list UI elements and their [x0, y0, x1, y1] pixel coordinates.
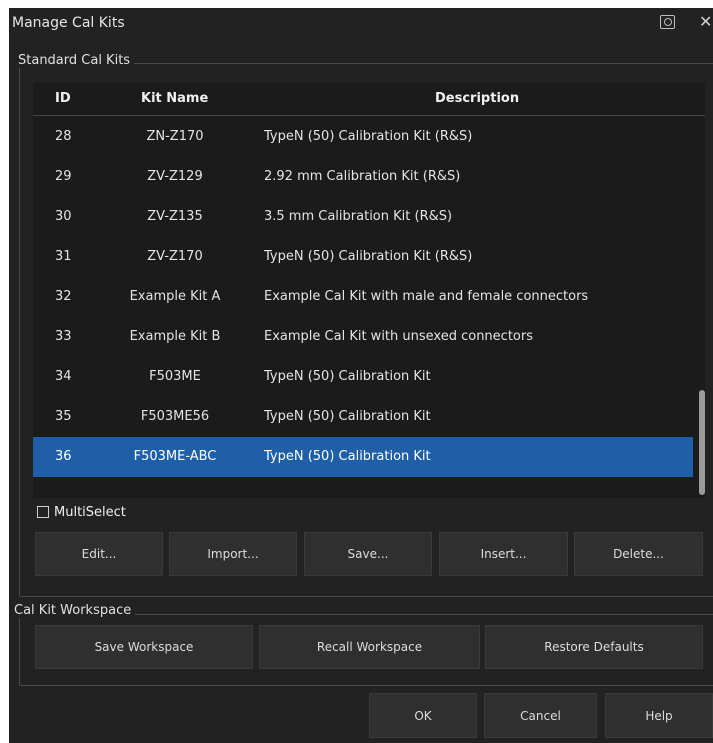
ok-button[interactable]: OK: [369, 693, 477, 738]
row-id: 32: [55, 289, 72, 304]
row-id: 33: [55, 329, 72, 344]
table-scrollbar[interactable]: [699, 390, 705, 495]
table-row[interactable]: 35 F503ME56 TypeN (50) Calibration Kit: [33, 397, 693, 437]
multiselect-checkbox[interactable]: [37, 506, 49, 518]
table-row[interactable]: 28 ZN-Z170 TypeN (50) Calibration Kit (R…: [33, 117, 693, 157]
save-button[interactable]: Save...: [304, 532, 432, 576]
manage-cal-kits-dialog: Manage Cal Kits ✕ Standard Cal Kits ID K…: [9, 8, 713, 743]
row-kit-name: F503ME: [149, 369, 201, 384]
row-description: Example Cal Kit with male and female con…: [264, 289, 589, 304]
row-id: 28: [55, 129, 72, 144]
import-button[interactable]: Import...: [169, 532, 297, 576]
row-id: 31: [55, 249, 72, 264]
row-kit-name: ZV-Z135: [147, 209, 203, 224]
row-description: TypeN (50) Calibration Kit: [264, 449, 431, 464]
row-description: 3.5 mm Calibration Kit (R&S): [264, 209, 453, 224]
edit-button[interactable]: Edit...: [35, 532, 163, 576]
row-kit-name: ZN-Z170: [146, 129, 204, 144]
delete-button[interactable]: Delete...: [574, 532, 703, 576]
dialog-title: Manage Cal Kits: [12, 15, 125, 31]
cancel-button[interactable]: Cancel: [484, 693, 597, 738]
standard-cal-kits-label: Standard Cal Kits: [14, 53, 135, 68]
close-icon[interactable]: ✕: [699, 12, 712, 31]
row-kit-name: Example Kit B: [129, 329, 221, 344]
row-id: 30: [55, 209, 72, 224]
row-description: 2.92 mm Calibration Kit (R&S): [264, 169, 461, 184]
table-row[interactable]: 31 ZV-Z170 TypeN (50) Calibration Kit (R…: [33, 237, 693, 277]
column-header-kit-name[interactable]: Kit Name: [141, 91, 208, 106]
table-row[interactable]: 32 Example Kit A Example Cal Kit with ma…: [33, 277, 693, 317]
row-id: 35: [55, 409, 72, 424]
table-row[interactable]: 30 ZV-Z135 3.5 mm Calibration Kit (R&S): [33, 197, 693, 237]
row-description: TypeN (50) Calibration Kit (R&S): [264, 249, 473, 264]
restore-defaults-button[interactable]: Restore Defaults: [485, 625, 703, 669]
row-kit-name: F503ME-ABC: [133, 449, 217, 464]
table-header: ID Kit Name Description: [33, 83, 705, 116]
table-row[interactable]: 29 ZV-Z129 2.92 mm Calibration Kit (R&S): [33, 157, 693, 197]
recall-workspace-button[interactable]: Recall Workspace: [259, 625, 480, 669]
column-header-description[interactable]: Description: [435, 91, 519, 106]
cal-kit-workspace-label: Cal Kit Workspace: [10, 603, 136, 618]
row-id: 34: [55, 369, 72, 384]
row-description: Example Cal Kit with unsexed connectors: [264, 329, 533, 344]
row-id: 36: [55, 449, 72, 464]
row-description: TypeN (50) Calibration Kit: [264, 409, 431, 424]
table-row-selected[interactable]: 36 F503ME-ABC TypeN (50) Calibration Kit: [33, 437, 693, 477]
cal-kits-table: ID Kit Name Description 28 ZN-Z170 TypeN…: [33, 83, 705, 498]
row-kit-name: ZV-Z129: [147, 169, 203, 184]
save-workspace-button[interactable]: Save Workspace: [35, 625, 253, 669]
help-button[interactable]: Help: [605, 693, 713, 738]
multiselect-label[interactable]: MultiSelect: [54, 505, 126, 520]
row-description: TypeN (50) Calibration Kit: [264, 369, 431, 384]
insert-button[interactable]: Insert...: [439, 532, 568, 576]
row-id: 29: [55, 169, 72, 184]
row-kit-name: Example Kit A: [129, 289, 221, 304]
row-description: TypeN (50) Calibration Kit (R&S): [264, 129, 473, 144]
row-kit-name: F503ME56: [140, 409, 210, 424]
table-row[interactable]: 34 F503ME TypeN (50) Calibration Kit: [33, 357, 693, 397]
table-row[interactable]: 33 Example Kit B Example Cal Kit with un…: [33, 317, 693, 357]
column-header-id[interactable]: ID: [55, 91, 71, 106]
title-bar: Manage Cal Kits ✕: [9, 8, 713, 42]
screenshot-icon[interactable]: [660, 15, 675, 29]
row-kit-name: ZV-Z170: [147, 249, 203, 264]
